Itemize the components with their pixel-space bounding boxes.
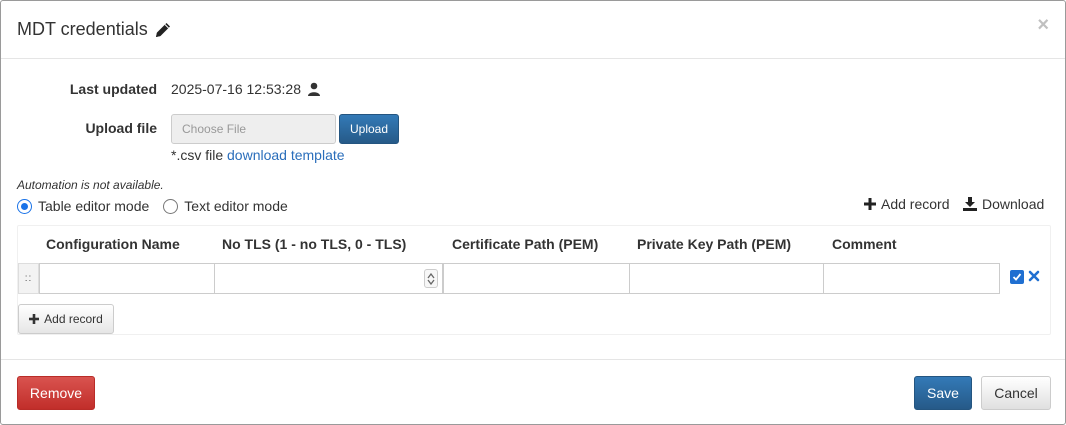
text-editor-label[interactable]: Text editor mode <box>184 198 288 214</box>
remove-button[interactable]: Remove <box>17 376 95 410</box>
last-updated-value: 2025-07-16 12:53:28 <box>171 81 321 97</box>
row-enabled-checkbox[interactable] <box>1010 270 1024 284</box>
csv-hint-text: *.csv file <box>171 147 224 163</box>
table-editor-label[interactable]: Table editor mode <box>38 198 149 214</box>
modal-footer-divider <box>1 359 1065 360</box>
choose-file-input[interactable]: Choose File <box>171 114 336 144</box>
download-template-link[interactable]: download template <box>227 147 345 163</box>
add-record-button[interactable]: Add record <box>18 304 114 334</box>
configuration-name-input[interactable] <box>39 263 215 294</box>
csv-hint: *.csv file download template <box>171 147 345 163</box>
pencil-icon[interactable] <box>154 21 172 39</box>
last-updated-timestamp: 2025-07-16 12:53:28 <box>171 81 301 97</box>
delete-row-icon[interactable] <box>1028 267 1040 287</box>
add-record-action[interactable]: Add record <box>864 196 949 212</box>
column-header-certificate-path: Certificate Path (PEM) <box>452 236 599 252</box>
cancel-button[interactable]: Cancel <box>981 376 1051 410</box>
download-icon <box>963 197 977 211</box>
mdt-credentials-dialog: MDT credentials × Last updated 2025-07-1… <box>0 0 1066 425</box>
modal-header: MDT credentials × <box>1 1 1065 59</box>
no-tls-input[interactable] <box>214 263 443 294</box>
column-header-no-tls: No TLS (1 - no TLS, 0 - TLS) <box>222 236 407 252</box>
column-header-private-key-path: Private Key Path (PEM) <box>637 236 792 252</box>
download-action[interactable]: Download <box>963 196 1044 212</box>
user-icon <box>307 82 321 96</box>
table-editor-radio[interactable] <box>17 198 32 214</box>
row-drag-handle[interactable]: :: <box>18 263 39 294</box>
add-record-button-label: Add record <box>44 312 103 326</box>
last-updated-label: Last updated <box>69 81 157 97</box>
modal-title: MDT credentials <box>17 19 172 40</box>
column-header-comment: Comment <box>832 236 897 252</box>
close-icon[interactable]: × <box>1037 15 1049 35</box>
upload-file-label: Upload file <box>85 120 157 136</box>
upload-button[interactable]: Upload <box>339 114 399 144</box>
number-spinner[interactable] <box>424 269 438 288</box>
editor-mode-selector: Table editor mode Text editor mode <box>17 198 288 214</box>
private-key-path-input[interactable] <box>629 263 824 294</box>
column-header-configuration-name: Configuration Name <box>46 236 180 252</box>
plus-icon <box>864 198 876 210</box>
modal-title-text: MDT credentials <box>17 19 148 39</box>
download-action-label: Download <box>982 196 1045 212</box>
save-button[interactable]: Save <box>914 376 972 410</box>
text-editor-radio[interactable] <box>163 198 179 214</box>
plus-icon <box>29 314 40 324</box>
automation-note: Automation is not available. <box>17 178 164 192</box>
certificate-path-input[interactable] <box>443 263 630 294</box>
add-record-action-label: Add record <box>881 196 950 212</box>
comment-input[interactable] <box>823 263 1000 294</box>
